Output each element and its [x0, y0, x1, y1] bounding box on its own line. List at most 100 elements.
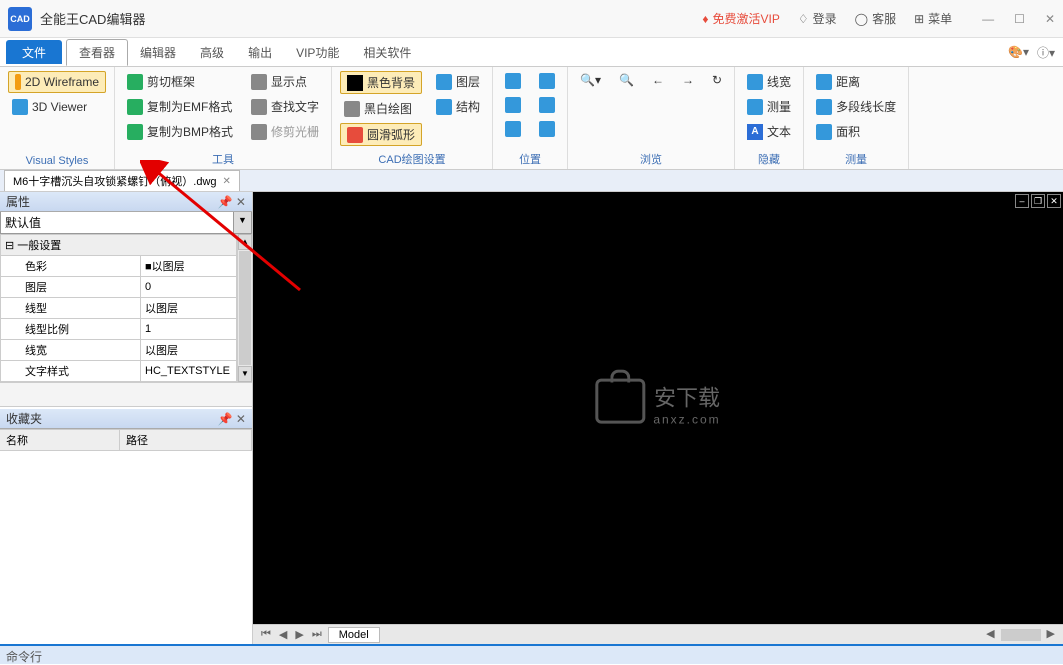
- find-text-button[interactable]: 查找文字: [247, 96, 323, 117]
- dropdown-icon[interactable]: ▼: [233, 212, 251, 233]
- table-row[interactable]: 文字样式HC_TEXTSTYLE: [1, 361, 237, 382]
- zoom-out-button[interactable]: 🔍: [615, 71, 638, 89]
- tab-nav-last[interactable]: ⏭: [308, 628, 326, 641]
- general-section[interactable]: ⊟ 一般设置: [1, 235, 237, 256]
- copy-emf-button[interactable]: 复制为EMF格式: [123, 96, 237, 117]
- pos-btn-4[interactable]: [535, 95, 559, 115]
- tab-nav-prev[interactable]: ◀: [275, 628, 291, 641]
- table-row[interactable]: 线型以图层: [1, 298, 237, 319]
- crop-button[interactable]: 剪切框架: [123, 71, 237, 92]
- polyline-length-button[interactable]: 多段线长度: [812, 96, 900, 117]
- layer-label: 图层: [456, 73, 480, 90]
- measure-button[interactable]: 测量: [743, 96, 795, 117]
- smooth-arc-button[interactable]: 圆滑弧形: [340, 123, 422, 146]
- pos-icon-1: [505, 73, 521, 89]
- pos-icon-6: [539, 121, 555, 137]
- help-icon[interactable]: ⓘ▾: [1037, 44, 1055, 61]
- 3d-viewer-button[interactable]: 3D Viewer: [8, 97, 106, 117]
- close-button[interactable]: ✕: [1045, 12, 1055, 26]
- hscroll-right[interactable]: ▶: [1043, 627, 1059, 643]
- scroll-up-icon[interactable]: ▲: [238, 234, 252, 250]
- scroll-thumb[interactable]: [239, 251, 251, 365]
- command-label: 命令行: [6, 650, 42, 664]
- login-label: 登录: [813, 10, 837, 27]
- menu-viewer[interactable]: 查看器: [66, 39, 128, 66]
- nav-left-button[interactable]: ←: [648, 71, 668, 89]
- arrow-left-icon: ←: [652, 73, 664, 87]
- black-bg-button[interactable]: 黑色背景: [340, 71, 422, 94]
- canvas-minimize-icon[interactable]: –: [1015, 194, 1029, 208]
- pos-btn-1[interactable]: [501, 71, 525, 91]
- layer-button[interactable]: 图层: [432, 71, 484, 92]
- property-selector[interactable]: 默认值 ▼: [0, 212, 252, 234]
- hscroll-thumb[interactable]: [1001, 629, 1041, 641]
- palette-icon[interactable]: 🎨▾: [1008, 45, 1029, 59]
- linewidth-button[interactable]: 线宽: [743, 71, 795, 92]
- pos-btn-2[interactable]: [535, 71, 559, 91]
- menu-vip[interactable]: VIP功能: [284, 40, 351, 65]
- watermark-text: 安下载: [653, 380, 720, 412]
- distance-label: 距离: [836, 73, 860, 90]
- diamond-icon: ♦: [702, 12, 708, 26]
- struct-icon: [436, 99, 452, 115]
- menu-output[interactable]: 输出: [236, 40, 284, 65]
- measure-label: 测量: [767, 98, 791, 115]
- wireframe-label: 2D Wireframe: [25, 75, 99, 89]
- titlebar: CAD 全能王CAD编辑器 ♦ 免费激活VIP ♢ 登录 ◯ 客服 ⊞ 菜单 —…: [0, 0, 1063, 38]
- pos-btn-6[interactable]: [535, 119, 559, 139]
- show-point-button[interactable]: 显示点: [247, 71, 323, 92]
- 2d-wireframe-button[interactable]: 2D Wireframe: [8, 71, 106, 93]
- model-tab[interactable]: Model: [328, 627, 380, 643]
- copy-bmp-button[interactable]: 复制为BMP格式: [123, 121, 237, 142]
- table-row[interactable]: 线型比例1: [1, 319, 237, 340]
- table-row[interactable]: 色彩■以图层: [1, 256, 237, 277]
- text-button[interactable]: A文本: [743, 121, 795, 142]
- scroll-down-icon[interactable]: ▼: [238, 366, 252, 382]
- menubar: 文件 查看器 编辑器 高级 输出 VIP功能 相关软件 🎨▾ ⓘ▾: [0, 38, 1063, 67]
- tab-nav-next[interactable]: ▶: [291, 628, 307, 641]
- table-row[interactable]: 线宽以图层: [1, 340, 237, 361]
- fav-pin-icon[interactable]: 📌 ✕: [218, 412, 246, 426]
- refresh-button[interactable]: ↻: [708, 71, 726, 89]
- canvas-tab-bar: ⏮ ◀ ▶ ⏭ Model ◀ ▶: [253, 624, 1063, 644]
- menu-editor[interactable]: 编辑器: [128, 40, 188, 65]
- bw-label: 黑白绘图: [364, 100, 412, 117]
- fav-col-path[interactable]: 路径: [120, 430, 252, 450]
- trim-raster-button[interactable]: 修剪光栅: [247, 121, 323, 142]
- blackbg-icon: [347, 75, 363, 91]
- menu-related[interactable]: 相关软件: [351, 40, 423, 65]
- document-tab[interactable]: M6十字槽沉头自攻锁紧螺钉（俯视）.dwg ✕: [4, 170, 240, 191]
- vip-activate-link[interactable]: ♦ 免费激活VIP: [702, 10, 779, 27]
- find-label: 查找文字: [271, 98, 319, 115]
- file-menu[interactable]: 文件: [6, 40, 62, 64]
- struct-button[interactable]: 结构: [432, 96, 484, 117]
- zoom-in-button[interactable]: 🔍▾: [576, 71, 605, 89]
- point-icon: [251, 74, 267, 90]
- hscroll-left[interactable]: ◀: [982, 627, 998, 643]
- nav-right-button[interactable]: →: [678, 71, 698, 89]
- pos-icon-5: [505, 121, 521, 137]
- bw-draw-button[interactable]: 黑白绘图: [340, 98, 422, 119]
- pos-btn-3[interactable]: [501, 95, 525, 115]
- pos-btn-5[interactable]: [501, 119, 525, 139]
- maximize-button[interactable]: ☐: [1014, 12, 1025, 26]
- login-button[interactable]: ♢ 登录: [798, 10, 837, 27]
- document-tab-close[interactable]: ✕: [223, 176, 231, 187]
- canvas-close-icon[interactable]: ✕: [1047, 194, 1061, 208]
- properties-scrollbar[interactable]: ▲ ▼: [237, 234, 252, 382]
- tab-nav-first[interactable]: ⏮: [257, 628, 275, 641]
- pin-icon[interactable]: 📌 ✕: [218, 195, 246, 209]
- command-bar[interactable]: 命令行: [0, 644, 1063, 664]
- menu-advanced[interactable]: 高级: [188, 40, 236, 65]
- drawing-canvas[interactable]: – ❐ ✕ 安下载 anxz.com: [253, 192, 1063, 624]
- area-button[interactable]: 面积: [812, 121, 900, 142]
- service-label: 客服: [872, 10, 896, 27]
- table-row[interactable]: 图层0: [1, 277, 237, 298]
- favorites-body: [0, 451, 252, 644]
- menu-button[interactable]: ⊞ 菜单: [914, 10, 952, 27]
- minimize-button[interactable]: —: [982, 12, 994, 26]
- distance-button[interactable]: 距离: [812, 71, 900, 92]
- canvas-restore-icon[interactable]: ❐: [1031, 194, 1045, 208]
- service-button[interactable]: ◯ 客服: [855, 10, 896, 27]
- fav-col-name[interactable]: 名称: [0, 430, 120, 450]
